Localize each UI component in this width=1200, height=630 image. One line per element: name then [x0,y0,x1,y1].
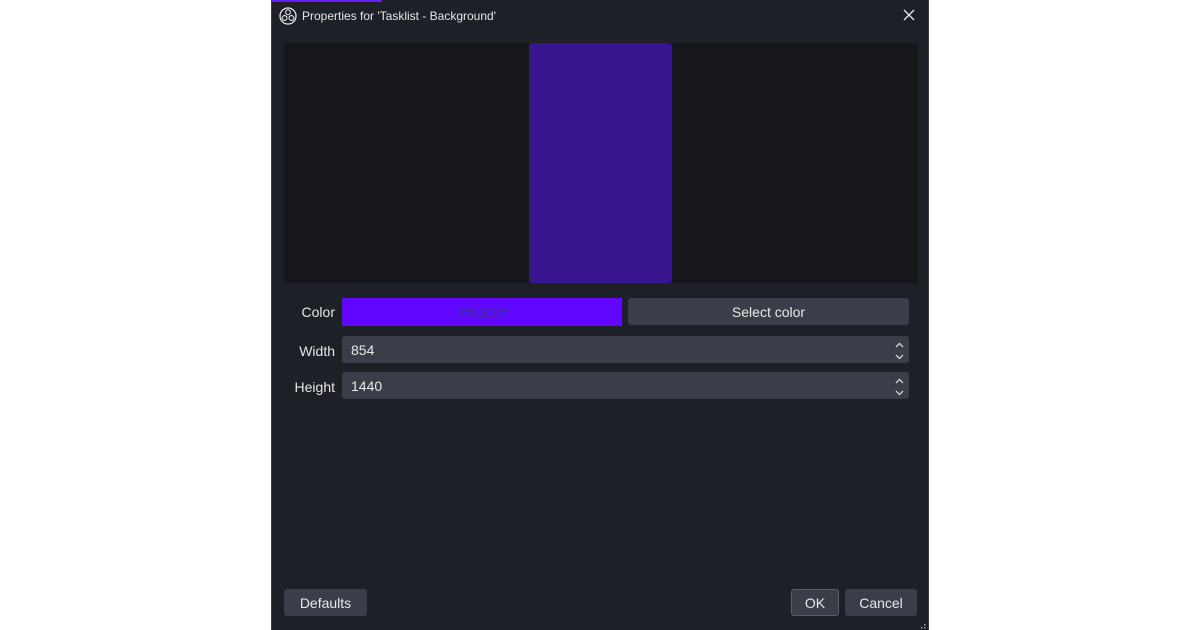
height-spinbox[interactable]: 1440 [342,372,909,399]
width-spinbox[interactable]: 854 [342,336,909,363]
width-label: Width [299,343,335,359]
width-decrement-button[interactable] [889,349,909,362]
source-preview [284,43,918,283]
dialog-title: Properties for 'Tasklist - Background' [302,9,496,23]
height-row: Height 1440 [272,372,928,400]
width-spin-arrows [889,336,909,363]
height-label: Height [294,379,335,395]
color-row: Color #ff6106ff Select color [272,297,928,326]
width-row: Width 854 [272,336,928,364]
color-swatch: #ff6106ff [342,298,622,326]
title-bar[interactable]: Properties for 'Tasklist - Background' [272,0,928,32]
height-decrement-button[interactable] [889,385,909,398]
color-hex-value: #ff6106ff [456,304,508,320]
resize-grip-icon[interactable] [917,619,926,629]
cancel-button[interactable]: Cancel [845,589,917,616]
close-button[interactable] [890,0,928,32]
height-spin-arrows [889,372,909,399]
height-value: 1440 [351,378,383,394]
properties-dialog: Properties for 'Tasklist - Background' C… [271,0,929,630]
chevron-down-icon [895,347,904,365]
obs-logo-icon [279,7,297,25]
color-source-preview-rect [529,43,672,283]
chevron-down-icon [895,383,904,401]
close-icon [903,9,915,24]
ok-button[interactable]: OK [791,589,839,616]
width-value: 854 [351,342,375,358]
select-color-button[interactable]: Select color [628,298,909,325]
defaults-button[interactable]: Defaults [284,589,367,616]
color-label: Color [301,304,335,320]
